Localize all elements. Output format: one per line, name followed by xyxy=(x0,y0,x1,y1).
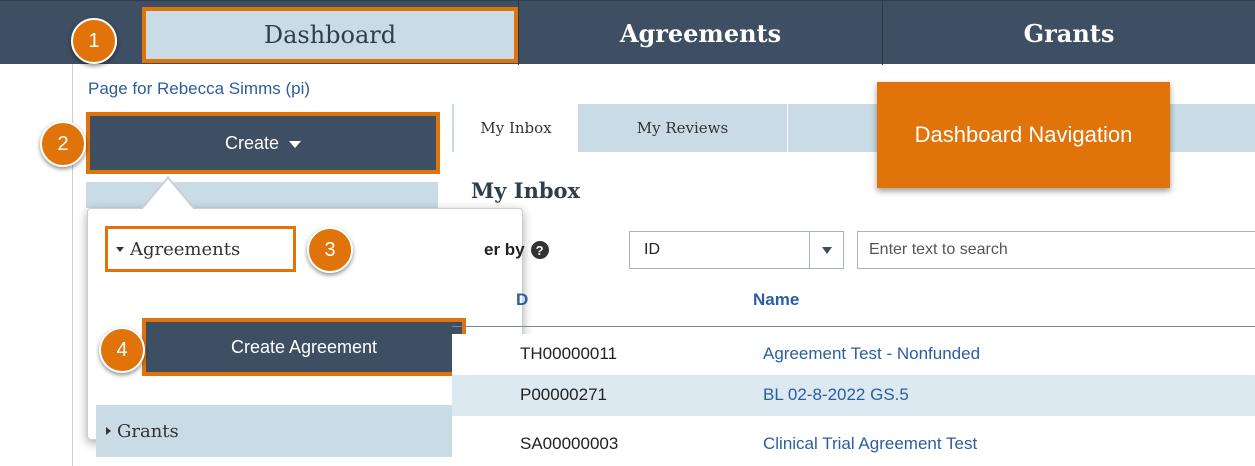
table-row: SA00000003 Clinical Trial Agreement Test xyxy=(452,416,1255,466)
popover-arrow-fill xyxy=(142,179,194,210)
step-marker-4: 4 xyxy=(99,327,145,373)
grants-section-label: Grants xyxy=(117,420,179,442)
filter-by-text: er by xyxy=(484,240,525,259)
nav-tab-agreements[interactable]: Agreements xyxy=(518,1,882,65)
top-navigation: Dashboard Agreements Grants xyxy=(0,0,1255,65)
dashboard-navigation-callout: Dashboard Navigation xyxy=(877,82,1170,188)
triangle-down-icon xyxy=(116,246,124,252)
chevron-down-icon xyxy=(821,246,832,254)
tab-my-inbox[interactable]: My Inbox xyxy=(454,104,578,152)
step-marker-2: 2 xyxy=(40,121,86,167)
filter-field-select[interactable]: ID xyxy=(629,231,844,269)
row-id: P00000271 xyxy=(520,385,607,404)
search-input[interactable]: Enter text to search xyxy=(857,231,1255,269)
page-owner-link[interactable]: Page for Rebecca Simms (pi) xyxy=(88,79,310,99)
select-dropdown-button[interactable] xyxy=(809,232,843,268)
agreements-section-toggle[interactable]: Agreements xyxy=(105,226,296,272)
nav-tab-dashboard[interactable]: Dashboard xyxy=(142,7,518,63)
filter-by-label: er by ? xyxy=(484,240,549,260)
help-icon[interactable]: ? xyxy=(530,241,549,259)
step-marker-1: 1 xyxy=(71,18,117,64)
create-button-label: Create xyxy=(224,132,280,153)
nav-tab-grants[interactable]: Grants xyxy=(882,1,1255,65)
row-id: TH00000011 xyxy=(520,344,618,363)
row-id: SA00000003 xyxy=(520,434,619,453)
step-marker-3: 3 xyxy=(307,227,353,273)
triangle-right-icon xyxy=(106,427,111,435)
create-button[interactable]: Create xyxy=(86,112,440,174)
row-name-link[interactable]: Agreement Test - Nonfunded xyxy=(763,344,980,364)
tab-my-reviews[interactable]: My Reviews xyxy=(578,104,788,152)
table-row: TH00000011 Agreement Test - Nonfunded xyxy=(452,334,1255,375)
column-header-id[interactable]: D xyxy=(516,290,528,310)
row-name-link[interactable]: BL 02-8-2022 GS.5 xyxy=(763,385,909,405)
column-header-name[interactable]: Name xyxy=(753,290,799,310)
inbox-title: My Inbox xyxy=(471,178,581,203)
caret-down-icon xyxy=(289,141,302,148)
filter-field-value: ID xyxy=(644,241,660,258)
table-row: P00000271 BL 02-8-2022 GS.5 xyxy=(452,375,1255,416)
row-name-link[interactable]: Clinical Trial Agreement Test xyxy=(763,434,977,454)
sidebar-highlight-band xyxy=(86,182,438,208)
agreements-section-label: Agreements xyxy=(130,238,241,260)
table-header-divider xyxy=(452,326,1255,327)
create-agreement-button[interactable]: Create Agreement xyxy=(142,318,466,376)
